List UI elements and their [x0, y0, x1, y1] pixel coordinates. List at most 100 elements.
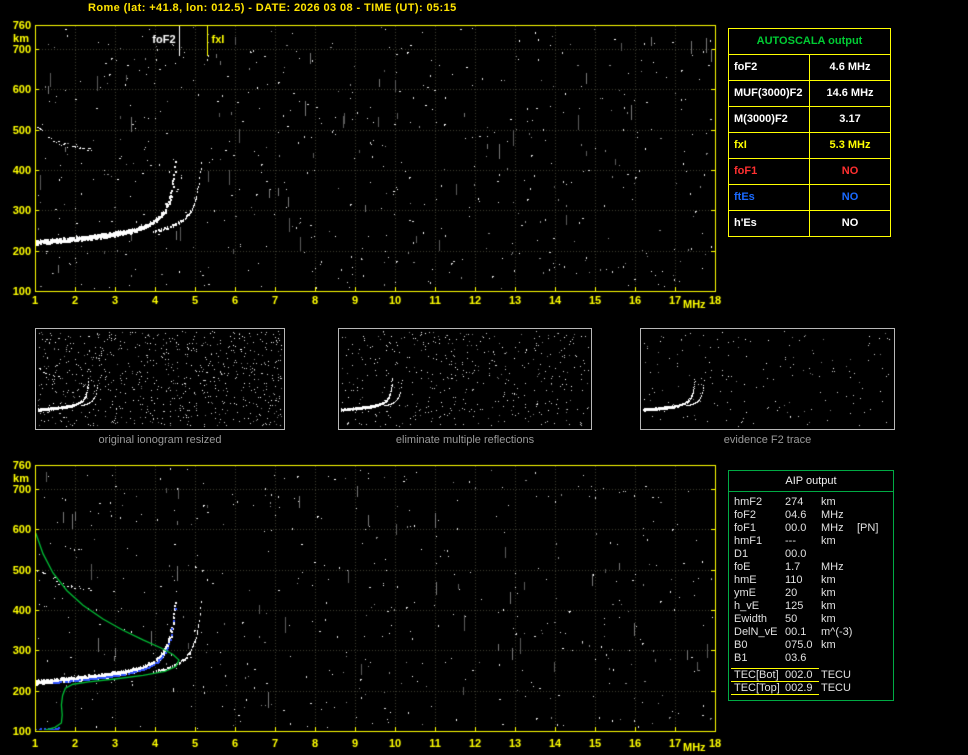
thumbnail-caption: evidence F2 trace — [723, 434, 812, 446]
aip-param-extra — [857, 509, 893, 522]
aip-param-unit — [821, 548, 857, 561]
aip-param-value: 125 — [785, 600, 804, 612]
thumbnail-eliminate-reflections — [338, 328, 592, 430]
autoscala-row: M(3000)F2 3.17 — [729, 107, 890, 133]
thumbnail-caption: original ionogram resized — [98, 434, 222, 446]
aip-param-name: ymE — [734, 587, 756, 599]
autoscala-row-label: foF1 — [729, 159, 810, 184]
aip-row-tec-bot: TEC[Bot] 002.0 TECU — [729, 668, 893, 682]
aip-param-name: foE — [734, 561, 751, 573]
aip-param-extra — [857, 574, 893, 587]
aip-param-value: 002.0 — [785, 669, 813, 681]
aip-param-value: --- — [785, 535, 796, 547]
aip-param-name: D1 — [734, 548, 749, 560]
autoscala-row-label: M(3000)F2 — [729, 107, 810, 132]
aip-output-box: AIP output hmF2 274 km foF2 04.6 MHz foF1 00.… — [728, 470, 894, 701]
aip-param-extra — [857, 626, 893, 639]
aip-row: hmE 110 km — [729, 574, 893, 587]
aip-param-unit: TECU — [821, 682, 851, 694]
autoscala-row-label: MUF(3000)F2 — [729, 81, 810, 106]
aip-row: foF2 04.6 MHz — [729, 509, 893, 522]
aip-param-value: 20 — [785, 587, 798, 599]
aip-param-unit — [821, 652, 857, 665]
aip-rows: hmF2 274 km foF2 04.6 MHz foF1 00.0 MHz [PN] hm… — [729, 492, 893, 695]
autoscala-row-label: foF2 — [729, 55, 810, 80]
aip-param-name: hmF2 — [734, 496, 763, 508]
aip-param-value: 00.0 — [785, 522, 807, 534]
aip-param-value: 075.0 — [785, 639, 813, 651]
autoscala-row: foF2 4.6 MHz — [729, 55, 890, 81]
thumbnail-original-ionogram — [35, 328, 285, 430]
aip-param-extra — [857, 535, 893, 548]
autoscala-row-value: NO — [841, 191, 859, 203]
aip-param-extra: [PN] — [857, 522, 879, 534]
autoscala-row-label: h'Es — [729, 211, 810, 236]
aip-param-value: 00.1 — [785, 626, 807, 638]
aip-param-unit: m^(-3) — [821, 626, 853, 638]
aip-param-value: 1.7 — [785, 561, 801, 573]
aip-param-unit: km — [821, 574, 836, 586]
aip-param-unit: MHz — [821, 509, 844, 521]
page-title: Rome (lat: +41.8, lon: 012.5) - DATE: 20… — [88, 2, 457, 14]
aip-row: h_vE 125 km — [729, 600, 893, 613]
aip-param-extra — [857, 682, 893, 695]
aip-param-name: B0 — [734, 639, 748, 651]
aip-row: ymE 20 km — [729, 587, 893, 600]
aip-param-extra — [857, 496, 893, 509]
aip-param-value: 04.6 — [785, 509, 807, 521]
aip-param-extra — [857, 600, 893, 613]
aip-output-header: AIP output — [729, 471, 893, 492]
autoscala-table-header: AUTOSCALA output — [729, 29, 890, 55]
autoscala-row-value: 14.6 MHz — [826, 87, 874, 99]
aip-param-unit: MHz — [821, 522, 844, 534]
autoscala-row-value: 5.3 MHz — [829, 139, 871, 151]
aip-row: foE 1.7 MHz — [729, 561, 893, 574]
aip-row: B1 03.6 — [729, 652, 893, 665]
top-ionogram-chart — [0, 20, 725, 316]
autoscala-row: ftEs NO — [729, 185, 890, 211]
aip-param-extra — [857, 561, 893, 574]
aip-param-name: TEC[Bot] — [734, 669, 779, 681]
aip-param-extra — [857, 613, 893, 626]
aip-param-name: Ewidth — [734, 613, 768, 625]
aip-param-unit: km — [821, 639, 836, 651]
thumbnail-caption: eliminate multiple reflections — [395, 434, 535, 446]
aip-param-extra — [857, 639, 893, 652]
aip-param-name: TEC[Top] — [734, 682, 780, 694]
autoscala-row-value: 3.17 — [839, 113, 861, 125]
thumbnail-evidence-f2-trace — [640, 328, 895, 430]
aip-param-unit: km — [821, 496, 836, 508]
aip-row: foF1 00.0 MHz [PN] — [729, 522, 893, 535]
aip-param-name: hmE — [734, 574, 757, 586]
autoscala-row: MUF(3000)F2 14.6 MHz — [729, 81, 890, 107]
aip-param-unit: MHz — [821, 561, 844, 573]
aip-row: DelN_vE 00.1 m^(-3) — [729, 626, 893, 639]
aip-param-name: h_vE — [734, 600, 760, 612]
autoscala-row-value: 4.6 MHz — [829, 61, 871, 73]
aip-param-extra — [857, 669, 893, 682]
aip-param-name: hmF1 — [734, 535, 763, 547]
autoscala-screen: Rome (lat: +41.8, lon: 012.5) - DATE: 20… — [0, 0, 968, 755]
aip-row: D1 00.0 — [729, 548, 893, 561]
aip-param-unit: km — [821, 587, 836, 599]
autoscala-row-value: NO — [841, 165, 859, 177]
aip-param-value: 002.9 — [785, 682, 813, 694]
aip-param-value: 00.0 — [785, 548, 807, 560]
aip-param-unit: TECU — [821, 669, 851, 681]
aip-row-tec-top: TEC[Top] 002.9 TECU — [729, 682, 893, 695]
autoscala-row-label: ftEs — [729, 185, 810, 210]
autoscala-table: AUTOSCALA output foF2 4.6 MHz MUF(3000)F2… — [728, 28, 891, 237]
autoscala-row-value: NO — [841, 217, 859, 229]
aip-row: Ewidth 50 km — [729, 613, 893, 626]
aip-param-unit: km — [821, 535, 836, 547]
aip-param-name: DelN_vE — [734, 626, 778, 638]
aip-param-value: 03.6 — [785, 652, 807, 664]
aip-param-name: foF2 — [734, 509, 757, 521]
aip-param-extra — [857, 548, 893, 561]
aip-param-unit: km — [821, 600, 836, 612]
bottom-ionogram-chart — [0, 458, 725, 755]
aip-param-name: foF1 — [734, 522, 757, 534]
aip-row: hmF1 --- km — [729, 535, 893, 548]
autoscala-row: fxI 5.3 MHz — [729, 133, 890, 159]
autoscala-row: h'Es NO — [729, 211, 890, 236]
